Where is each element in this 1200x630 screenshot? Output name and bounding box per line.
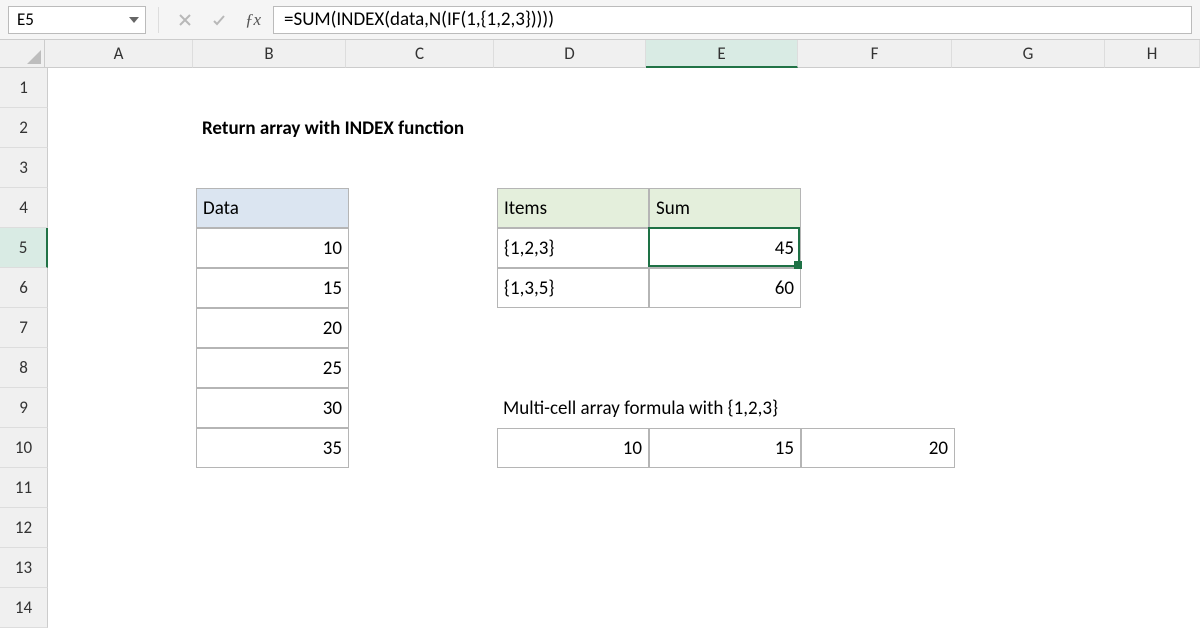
data-cell[interactable]: 10 (196, 228, 349, 268)
multi-val-cell[interactable]: 10 (497, 428, 649, 468)
col-header-D[interactable]: D (494, 40, 646, 68)
cancel-icon (171, 7, 199, 33)
row-header-3[interactable]: 3 (0, 148, 48, 188)
header-data[interactable]: Data (196, 188, 349, 228)
row-header-2[interactable]: 2 (0, 108, 48, 148)
col-header-A[interactable]: A (45, 40, 193, 68)
data-cell[interactable]: 25 (196, 348, 349, 388)
row-header-11[interactable]: 11 (0, 468, 48, 508)
col-header-G[interactable]: G (952, 40, 1105, 68)
items-cell[interactable]: {1,2,3} (497, 228, 649, 268)
col-header-H[interactable]: H (1105, 40, 1200, 68)
column-headers: ABCDEFGH (45, 40, 1200, 68)
row-header-9[interactable]: 9 (0, 388, 48, 428)
col-header-F[interactable]: F (798, 40, 952, 68)
name-box[interactable]: E5 (8, 6, 146, 34)
select-all-corner[interactable] (0, 40, 45, 68)
row-header-14[interactable]: 14 (0, 588, 48, 628)
data-cell[interactable]: 20 (196, 308, 349, 348)
header-items[interactable]: Items (497, 188, 649, 228)
col-header-E[interactable]: E (646, 40, 798, 68)
formula-input[interactable]: =SUM(INDEX(data,N(IF(1,{1,2,3})))) (273, 6, 1192, 34)
multi-val-cell[interactable]: 15 (649, 428, 801, 468)
dropdown-icon[interactable] (129, 17, 139, 23)
data-cell[interactable]: 35 (196, 428, 349, 468)
multi-label[interactable]: Multi-cell array formula with {1,2,3} (497, 388, 955, 428)
row-header-10[interactable]: 10 (0, 428, 48, 468)
name-box-value: E5 (17, 9, 34, 30)
col-header-B[interactable]: B (193, 40, 346, 68)
row-header-1[interactable]: 1 (0, 68, 48, 108)
multi-val-cell[interactable]: 20 (801, 428, 955, 468)
formula-text: =SUM(INDEX(data,N(IF(1,{1,2,3})))) (284, 8, 554, 31)
separator (158, 7, 159, 33)
row-header-4[interactable]: 4 (0, 188, 48, 228)
cells-area[interactable]: Return array with INDEX function Data Item… (48, 68, 1200, 630)
data-cell[interactable]: 15 (196, 268, 349, 308)
row-header-8[interactable]: 8 (0, 348, 48, 388)
header-sum[interactable]: Sum (649, 188, 801, 228)
sum-cell[interactable]: 45 (649, 228, 801, 268)
row-header-7[interactable]: 7 (0, 308, 48, 348)
data-cell[interactable]: 30 (196, 388, 349, 428)
row-header-6[interactable]: 6 (0, 268, 48, 308)
spreadsheet-grid: ABCDEFGH 1234567891011121314 Return arra… (0, 40, 1200, 630)
items-cell[interactable]: {1,3,5} (497, 268, 649, 308)
row-header-12[interactable]: 12 (0, 508, 48, 548)
col-header-C[interactable]: C (346, 40, 494, 68)
fx-icon[interactable]: ƒx (239, 10, 267, 30)
sum-cell[interactable]: 60 (649, 268, 801, 308)
row-headers: 1234567891011121314 (0, 68, 48, 630)
row-header-13[interactable]: 13 (0, 548, 48, 588)
enter-icon (205, 7, 233, 33)
row-header-5[interactable]: 5 (0, 228, 48, 268)
title-cell[interactable]: Return array with INDEX function (196, 108, 649, 148)
formula-bar: E5 ƒx =SUM(INDEX(data,N(IF(1,{1,2,3})))) (0, 0, 1200, 40)
